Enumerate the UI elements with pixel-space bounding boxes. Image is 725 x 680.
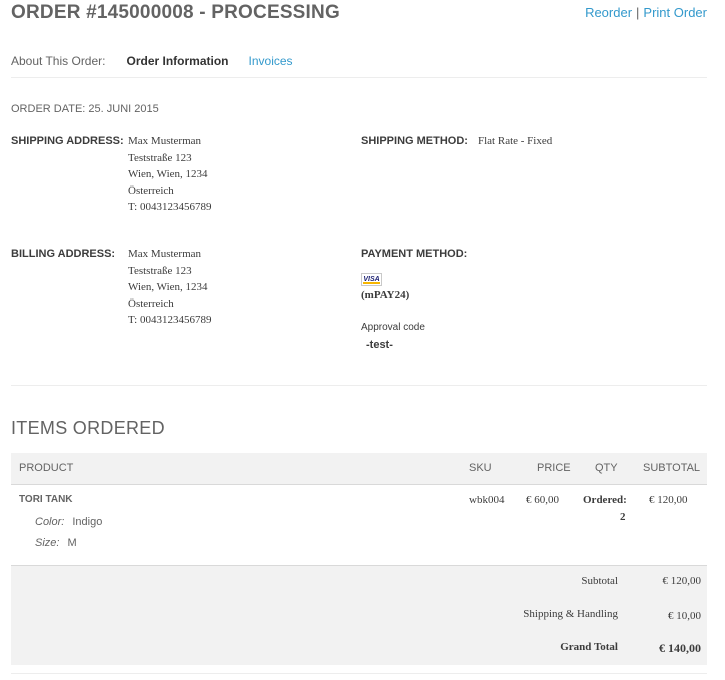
divider xyxy=(11,385,707,386)
row-subtotal: € 120,00 xyxy=(649,494,688,506)
approval-code-value: -test- xyxy=(366,339,393,351)
address-line: Max Musterman xyxy=(128,135,202,147)
product-option-size: Size: M xyxy=(35,537,77,549)
billing-address-label: BILLING ADDRESS: xyxy=(11,248,116,260)
divider xyxy=(11,77,707,78)
shipping-method-value: Flat Rate - Fixed xyxy=(478,135,553,147)
address-line: Österreich xyxy=(128,297,174,310)
shipping-handling-label: Shipping & Handling xyxy=(523,608,618,620)
column-header-qty: QTY xyxy=(595,462,618,474)
divider xyxy=(11,673,707,674)
qty-label: Ordered: xyxy=(583,494,627,506)
address-line: Max Musterman xyxy=(128,248,202,260)
billing-address: Max Musterman Teststraße 123 Wien, Wien,… xyxy=(128,246,211,329)
address-line: T: 0043123456789 xyxy=(128,201,212,213)
subtotal-value: € 120,00 xyxy=(662,575,702,587)
tab-invoices[interactable]: Invoices xyxy=(249,54,293,68)
about-order-label: About This Order: xyxy=(11,54,106,68)
option-value: Indigo xyxy=(72,516,103,528)
product-option-color: Color: Indigo xyxy=(35,516,102,528)
address-line: Österreich xyxy=(128,184,174,197)
reorder-link[interactable]: Reorder xyxy=(585,5,632,20)
address-line: Teststraße 123 xyxy=(128,151,192,164)
shipping-address-label: SHIPPING ADDRESS: xyxy=(11,135,124,147)
column-header-price: PRICE xyxy=(537,462,571,474)
visa-card-icon: VISA xyxy=(361,273,382,286)
qty-value: 2 xyxy=(620,511,626,523)
grand-total-label: Grand Total xyxy=(560,641,618,653)
address-line: Wien, Wien, 1234 xyxy=(128,281,208,293)
order-actions: Reorder | Print Order xyxy=(585,5,707,20)
column-header-subtotal: SUBTOTAL xyxy=(643,462,701,474)
payment-method-name: (mPAY24) xyxy=(361,289,410,301)
print-order-link[interactable]: Print Order xyxy=(643,5,707,20)
divider xyxy=(11,484,707,485)
column-header-sku: SKU xyxy=(469,462,492,474)
approval-code-label: Approval code xyxy=(361,322,425,333)
subtotal-label: Subtotal xyxy=(581,575,618,587)
order-totals: Subtotal € 120,00 Shipping & Handling € … xyxy=(11,565,707,665)
address-line: T: 0043123456789 xyxy=(128,314,212,326)
option-value: M xyxy=(67,537,77,549)
product-sku: wbk004 xyxy=(469,494,505,506)
link-separator: | xyxy=(636,5,640,20)
column-header-product: PRODUCT xyxy=(19,462,74,474)
shipping-method-label: SHIPPING METHOD: xyxy=(361,135,468,147)
items-ordered-title: ITEMS ORDERED xyxy=(11,418,165,438)
option-label: Color: xyxy=(35,516,65,528)
items-table-header: PRODUCT SKU PRICE QTY SUBTOTAL xyxy=(11,453,707,484)
address-line: Teststraße 123 xyxy=(128,264,192,277)
tab-order-information[interactable]: Order Information xyxy=(127,54,229,68)
shipping-address: Max Musterman Teststraße 123 Wien, Wien,… xyxy=(128,133,211,216)
shipping-handling-value: € 10,00 xyxy=(668,610,701,622)
page-title: ORDER #145000008 - PROCESSING xyxy=(11,2,340,23)
product-price: € 60,00 xyxy=(526,494,559,506)
order-date: ORDER DATE: 25. JUNI 2015 xyxy=(11,103,159,115)
product-name: TORI TANK xyxy=(19,494,73,505)
payment-method-label: PAYMENT METHOD: xyxy=(361,248,468,260)
order-tabs: About This Order: Order Information Invo… xyxy=(11,54,293,68)
grand-total-value: € 140,00 xyxy=(659,641,701,655)
address-line: Wien, Wien, 1234 xyxy=(128,168,208,180)
option-label: Size: xyxy=(35,537,60,549)
